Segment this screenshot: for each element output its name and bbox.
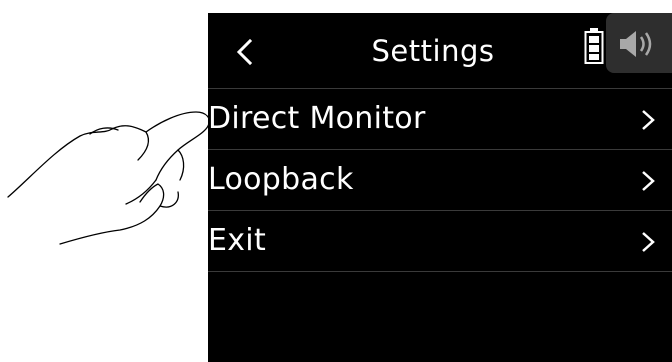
- device-screen: Settings Direct Monitor Loopback Exit: [208, 13, 672, 362]
- page-title: Settings: [371, 34, 495, 68]
- menu-item-direct-monitor[interactable]: Direct Monitor: [208, 88, 672, 149]
- menu-item-label: Loopback: [208, 162, 354, 197]
- menu-item-label: Direct Monitor: [208, 101, 426, 136]
- chevron-right-icon: [642, 232, 655, 252]
- screen-bottom: [208, 333, 672, 362]
- empty-menu-row: [208, 271, 672, 332]
- menu-item-loopback[interactable]: Loopback: [208, 149, 672, 210]
- chevron-left-icon[interactable]: [230, 37, 260, 67]
- menu-item-label: Exit: [208, 223, 267, 258]
- speaker-icon: [620, 31, 652, 57]
- chevron-right-icon: [642, 171, 655, 191]
- chevron-right-icon: [642, 110, 655, 130]
- header-bar: Settings: [208, 13, 672, 88]
- speaker-button[interactable]: [606, 13, 672, 73]
- battery-icon: [584, 28, 604, 64]
- menu-item-exit[interactable]: Exit: [208, 210, 672, 271]
